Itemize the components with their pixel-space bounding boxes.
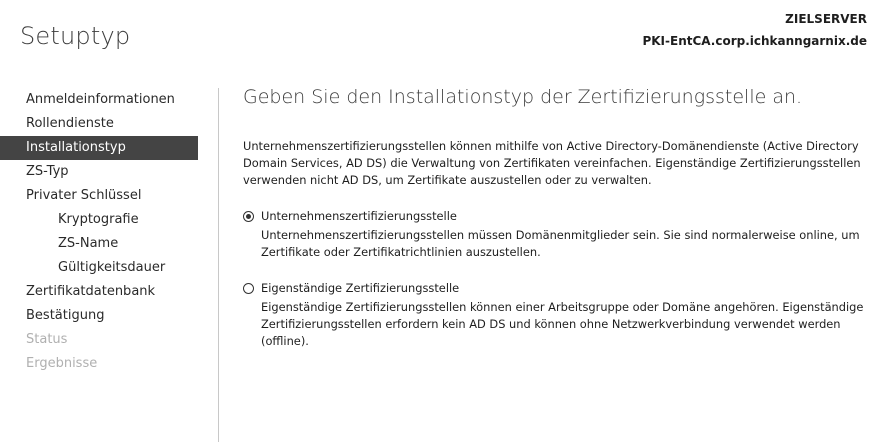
nav-item-rollendienste[interactable]: Rollendienste: [0, 112, 218, 136]
option-enterprise-ca: Unternehmenszertifizierungsstelle Untern…: [243, 207, 867, 261]
option-standalone-ca: Eigenständige Zertifizierungsstelle Eige…: [243, 279, 867, 350]
nav-item-status: Status: [26, 332, 68, 347]
enterprise-ca-radio[interactable]: [243, 210, 254, 222]
nav-item-installationstyp[interactable]: Installationstyp: [0, 136, 198, 160]
page-title: Setuptyp: [20, 22, 131, 50]
enterprise-ca-description: Unternehmenszertifizierungsstellen müsse…: [261, 228, 860, 259]
section-heading: Geben Sie den Installationstyp der Zerti…: [243, 86, 803, 108]
standalone-ca-label[interactable]: Eigenständige Zertifizierungsstelle: [261, 281, 459, 295]
nav-item-zs-typ[interactable]: ZS-Typ: [0, 160, 218, 184]
main-content: Geben Sie den Installationstyp der Zerti…: [243, 86, 867, 368]
standalone-ca-description: Eigenständige Zertifizierungsstellen kön…: [261, 300, 864, 348]
nav-item-privater-schluessel[interactable]: Privater Schlüssel: [0, 184, 218, 208]
target-server-block: ZIELSERVER PKI-EntCA.corp.ichkanngarnix.…: [642, 8, 867, 52]
nav-item-gueltigkeitsdauer[interactable]: Gültigkeitsdauer: [0, 256, 218, 280]
target-server-name: PKI-EntCA.corp.ichkanngarnix.de: [642, 34, 867, 48]
nav-item-zertifikatdatenbank[interactable]: Zertifikatdatenbank: [0, 280, 218, 304]
nav-item-anmeldeinformationen[interactable]: Anmeldeinformationen: [0, 88, 218, 112]
intro-text: Unternehmenszertifizierungsstellen könne…: [243, 139, 861, 187]
nav-item-bestaetigung[interactable]: Bestätigung: [0, 304, 218, 328]
nav-item-ergebnisse: Ergebnisse: [26, 356, 98, 371]
target-server-label: ZIELSERVER: [785, 12, 867, 26]
nav-item-zs-name[interactable]: ZS-Name: [0, 232, 218, 256]
standalone-ca-radio[interactable]: [243, 282, 254, 294]
wizard-nav: Anmeldeinformationen Rollendienste Insta…: [0, 88, 219, 442]
nav-item-kryptografie[interactable]: Kryptografie: [0, 208, 218, 232]
enterprise-ca-label[interactable]: Unternehmenszertifizierungsstelle: [261, 209, 457, 223]
wizard-page: Setuptyp ZIELSERVER PKI-EntCA.corp.ichka…: [0, 0, 877, 442]
